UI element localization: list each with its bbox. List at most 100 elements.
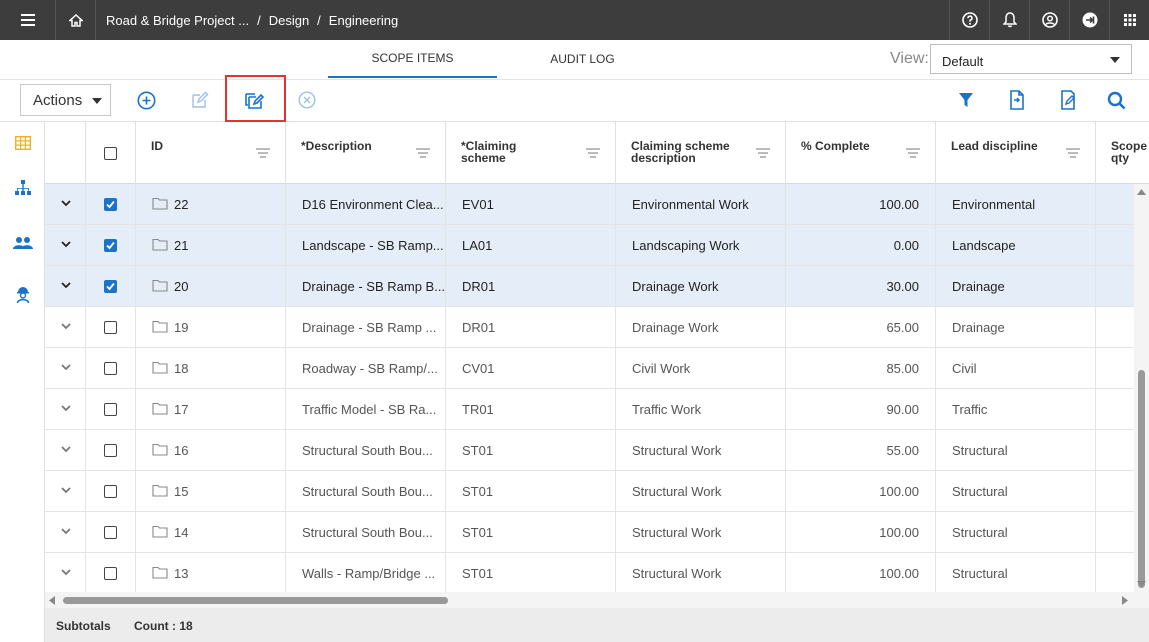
breadcrumb-project[interactable]: Road & Bridge Project ... bbox=[106, 13, 249, 28]
cell-discipline: Traffic bbox=[936, 389, 1096, 429]
column-header-claiming-scheme-description[interactable]: Claiming scheme description bbox=[616, 122, 786, 184]
select-cell[interactable] bbox=[86, 184, 136, 224]
cell-text: Traffic bbox=[952, 402, 988, 417]
column-header-description[interactable]: *Description bbox=[286, 122, 446, 184]
table-row[interactable]: 15 Structural South Bou... ST01 Structural … bbox=[45, 471, 1137, 512]
menu-icon[interactable] bbox=[0, 0, 56, 40]
expand-cell[interactable] bbox=[45, 389, 86, 429]
select-cell[interactable] bbox=[86, 389, 136, 429]
row-checkbox[interactable] bbox=[104, 444, 117, 457]
tab-audit-log[interactable]: AUDIT LOG bbox=[497, 40, 668, 78]
expand-cell[interactable] bbox=[45, 512, 86, 552]
select-cell[interactable] bbox=[86, 512, 136, 552]
table-row[interactable]: 21 Landscape - SB Ramp... LA01 Landscaping … bbox=[45, 225, 1137, 266]
horizontal-scrollbar[interactable] bbox=[45, 592, 1149, 608]
column-menu-icon[interactable] bbox=[1066, 148, 1080, 158]
apps-grid-icon[interactable] bbox=[1109, 0, 1149, 40]
help-icon[interactable] bbox=[949, 0, 989, 40]
column-menu-icon[interactable] bbox=[256, 148, 270, 158]
cell-description: Structural South Bou... bbox=[286, 512, 446, 552]
select-cell[interactable] bbox=[86, 225, 136, 265]
cell-id: 21 bbox=[136, 225, 286, 265]
select-cell[interactable] bbox=[86, 553, 136, 592]
cell-scheme-desc: Traffic Work bbox=[616, 389, 786, 429]
home-icon[interactable] bbox=[56, 0, 96, 40]
table-row[interactable]: 16 Structural South Bou... ST01 Structural … bbox=[45, 430, 1137, 471]
grid-view-icon[interactable] bbox=[12, 132, 34, 154]
filter-icon[interactable] bbox=[950, 80, 982, 120]
hierarchy-icon[interactable] bbox=[12, 176, 34, 198]
table-row[interactable]: 22 D16 Environment Clea... EV01 Environment… bbox=[45, 184, 1137, 225]
vertical-scroll-thumb[interactable] bbox=[1138, 370, 1145, 588]
horizontal-scroll-thumb[interactable] bbox=[63, 597, 448, 604]
column-menu-icon[interactable] bbox=[416, 148, 430, 158]
column-menu-icon[interactable] bbox=[586, 148, 600, 158]
breadcrumb-engineering[interactable]: Engineering bbox=[329, 13, 398, 28]
cell-complete: 0.00 bbox=[786, 225, 936, 265]
row-checkbox[interactable] bbox=[104, 567, 117, 580]
expand-cell[interactable] bbox=[45, 307, 86, 347]
expand-cell[interactable] bbox=[45, 184, 86, 224]
cell-text: 15 bbox=[174, 484, 189, 499]
row-checkbox[interactable] bbox=[104, 198, 117, 211]
column-header-percent-complete[interactable]: % Complete bbox=[786, 122, 936, 184]
select-all-checkbox[interactable] bbox=[104, 147, 117, 160]
actions-dropdown[interactable]: Actions bbox=[20, 84, 111, 116]
expand-cell[interactable] bbox=[45, 348, 86, 388]
column-menu-icon[interactable] bbox=[756, 148, 770, 158]
add-icon[interactable] bbox=[130, 80, 162, 120]
row-checkbox[interactable] bbox=[104, 280, 117, 293]
edit-icon[interactable] bbox=[184, 80, 216, 120]
table-row[interactable]: 14 Structural South Bou... ST01 Structural … bbox=[45, 512, 1137, 553]
cell-text: Environmental Work bbox=[632, 197, 749, 212]
cell-scheme-desc: Structural Work bbox=[616, 512, 786, 552]
column-header-scope-qty[interactable]: Scope qty bbox=[1096, 122, 1149, 184]
select-cell[interactable] bbox=[86, 307, 136, 347]
row-checkbox[interactable] bbox=[104, 321, 117, 334]
view-select[interactable]: Default bbox=[930, 44, 1132, 74]
expand-cell[interactable] bbox=[45, 225, 86, 265]
expand-cell[interactable] bbox=[45, 266, 86, 306]
scope-items-grid: ID *Description *Claiming scheme Claimin… bbox=[45, 122, 1149, 592]
worker-icon[interactable] bbox=[12, 284, 34, 306]
cell-scheme-desc: Landscaping Work bbox=[616, 225, 786, 265]
table-row[interactable]: 18 Roadway - SB Ramp/... CV01 Civil Work 85.… bbox=[45, 348, 1137, 389]
row-checkbox[interactable] bbox=[104, 239, 117, 252]
user-icon[interactable] bbox=[1029, 0, 1069, 40]
select-cell[interactable] bbox=[86, 266, 136, 306]
column-header-id[interactable]: ID bbox=[136, 122, 286, 184]
select-cell[interactable] bbox=[86, 471, 136, 511]
cancel-icon[interactable] bbox=[291, 80, 323, 120]
column-menu-icon[interactable] bbox=[906, 148, 920, 158]
column-header-claiming-scheme[interactable]: *Claiming scheme bbox=[446, 122, 616, 184]
vertical-scrollbar[interactable] bbox=[1134, 184, 1149, 592]
chevron-down-icon bbox=[1110, 57, 1120, 63]
cell-scheme: ST01 bbox=[446, 553, 616, 592]
row-checkbox[interactable] bbox=[104, 485, 117, 498]
cell-id: 15 bbox=[136, 471, 286, 511]
expand-cell[interactable] bbox=[45, 430, 86, 470]
select-cell[interactable] bbox=[86, 430, 136, 470]
cell-scheme-desc: Structural Work bbox=[616, 430, 786, 470]
expand-cell[interactable] bbox=[45, 471, 86, 511]
signout-icon[interactable] bbox=[1069, 0, 1109, 40]
tab-scope-items[interactable]: SCOPE ITEMS bbox=[328, 40, 497, 78]
export-icon[interactable] bbox=[1001, 80, 1033, 120]
cell-text: Structural South Bou... bbox=[302, 525, 433, 540]
row-checkbox[interactable] bbox=[104, 362, 117, 375]
search-icon[interactable] bbox=[1100, 80, 1132, 120]
table-row[interactable]: 13 Walls - Ramp/Bridge ... ST01 Structural … bbox=[45, 553, 1137, 592]
table-row[interactable]: 17 Traffic Model - SB Ra... TR01 Traffic Wo… bbox=[45, 389, 1137, 430]
column-header-lead-discipline[interactable]: Lead discipline bbox=[936, 122, 1096, 184]
table-row[interactable]: 19 Drainage - SB Ramp ... DR01 Drainage Wor… bbox=[45, 307, 1137, 348]
import-icon[interactable] bbox=[1052, 80, 1084, 120]
row-checkbox[interactable] bbox=[104, 403, 117, 416]
cell-text: 0.00 bbox=[893, 238, 919, 253]
row-checkbox[interactable] bbox=[104, 526, 117, 539]
bell-icon[interactable] bbox=[989, 0, 1029, 40]
people-icon[interactable] bbox=[12, 232, 34, 254]
select-cell[interactable] bbox=[86, 348, 136, 388]
expand-cell[interactable] bbox=[45, 553, 86, 592]
breadcrumb-design[interactable]: Design bbox=[269, 13, 309, 28]
table-row[interactable]: 20 Drainage - SB Ramp B... DR01 Drainage Wo… bbox=[45, 266, 1137, 307]
